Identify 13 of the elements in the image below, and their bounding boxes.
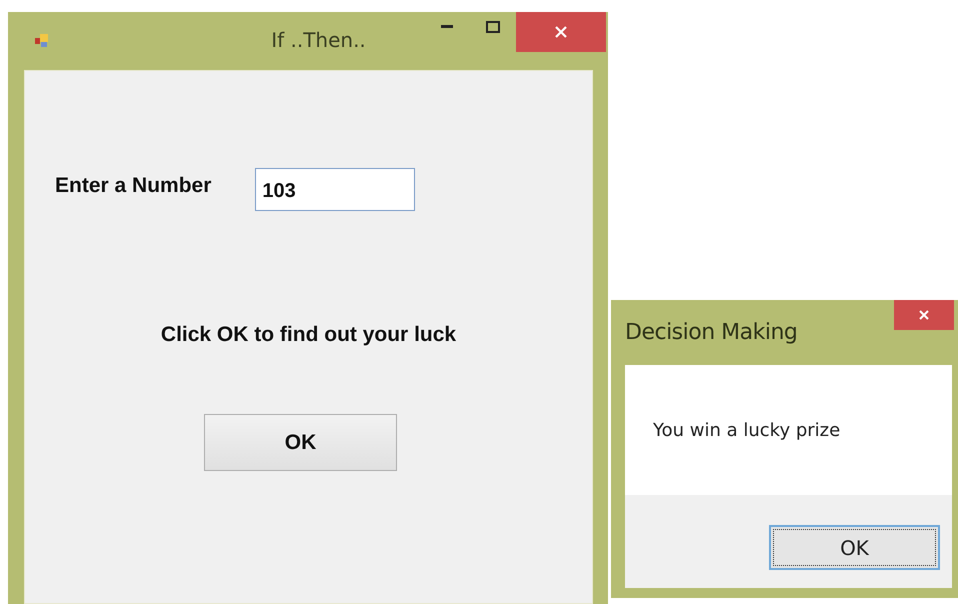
ok-button[interactable]: OK xyxy=(204,414,397,471)
ok-button[interactable]: OK xyxy=(769,525,940,570)
minimize-icon xyxy=(441,25,453,29)
field-label: Enter a Number xyxy=(55,174,212,198)
close-icon xyxy=(919,310,929,320)
number-field[interactable]: 103 xyxy=(255,168,416,211)
maximize-icon xyxy=(486,21,500,33)
app-icon xyxy=(34,33,50,49)
dialog-message: You win a lucky prize xyxy=(653,420,840,440)
instruction-text: Click OK to find out your luck xyxy=(160,323,456,347)
dialog-title: Decision Making xyxy=(625,320,798,345)
window-title: If ..Then.. xyxy=(271,28,366,52)
close-icon xyxy=(555,26,567,38)
